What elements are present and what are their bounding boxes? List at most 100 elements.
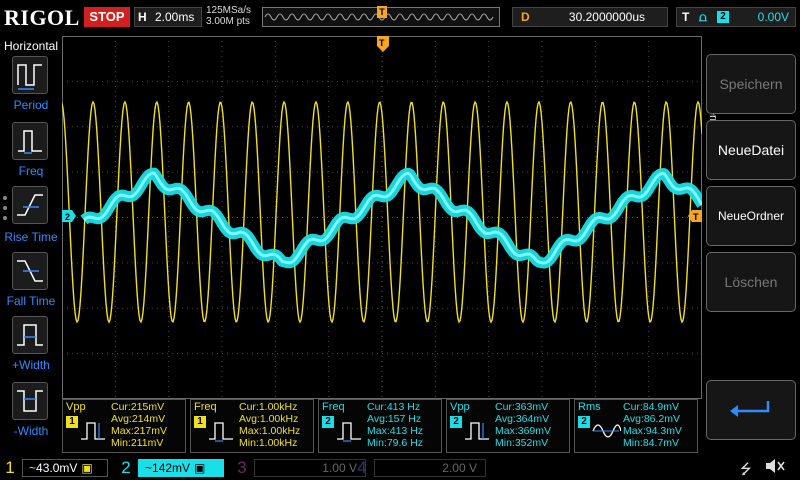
channel-number: 2 xyxy=(121,458,131,477)
softkey-loeschen[interactable]: Löschen xyxy=(706,252,796,312)
period-icon xyxy=(17,64,42,90)
timebase-value: 2.00ms xyxy=(155,10,195,24)
channel-badge: 2 xyxy=(322,416,334,428)
measurement-vpp-ch1[interactable]: Vpp 1 Cur:215mV Avg:214mV Max:217mV Min:… xyxy=(62,399,186,453)
measurement-values: Cur:84.9mV Avg:86.2mV Max:94.3mV Min:84.… xyxy=(623,401,682,449)
channel-scale: ~43.0mV ▣ xyxy=(22,459,108,477)
channel-scale: ~142mV ▣ xyxy=(138,459,224,477)
timebase-label: H xyxy=(138,10,147,24)
channel-badge: 2 xyxy=(450,416,462,428)
bandwidth-limit-icon: ▣ xyxy=(194,461,206,475)
trigger-box[interactable]: T ⩍ 2 0.00V xyxy=(676,7,796,27)
rising-edge-icon: ⩍ xyxy=(699,10,707,24)
value-avg: Avg:214mV xyxy=(111,413,166,425)
value-cur: Cur:215mV xyxy=(111,401,165,413)
channel-scale: 2.00 V xyxy=(374,459,486,477)
measurement-freq-ch1[interactable]: Freq 1 Cur:1.00kHz Avg:1.00kHz Max:1.00k… xyxy=(190,399,314,453)
value-min: Min:1.00kHz xyxy=(239,437,298,449)
fall-time-icon xyxy=(17,260,43,282)
measurement-name: Rms xyxy=(578,401,601,413)
frequency-icon xyxy=(337,422,361,442)
freq-button[interactable] xyxy=(12,122,48,160)
fall-time-button[interactable] xyxy=(12,252,48,290)
trigger-position-arrow-label: T xyxy=(379,38,385,48)
softkey-neue-datei[interactable]: NeueDatei xyxy=(706,120,796,180)
delay-value: 30.2000000us xyxy=(568,10,645,24)
measurement-name: Freq xyxy=(194,401,217,413)
softkey-speichern[interactable]: Speichern xyxy=(706,54,796,114)
channel-badge: 1 xyxy=(194,416,206,428)
softkey-neue-ordner[interactable]: NeueOrdner xyxy=(706,186,796,246)
measurement-freq-ch2[interactable]: Freq 2 Cur:413 Hz Avg:157 Hz Max:413 Hz … xyxy=(318,399,442,453)
value-cur: Cur:1.00kHz xyxy=(239,401,298,413)
value-cur: Cur:363mV xyxy=(495,401,549,413)
trigger-label: T xyxy=(682,10,690,24)
scale-value: 142mV xyxy=(152,461,191,475)
measurement-name: Vpp xyxy=(450,401,470,413)
scroll-dots xyxy=(3,196,8,226)
positive-width-icon xyxy=(17,324,43,346)
measurement-name: Freq xyxy=(322,401,345,413)
sample-rate: 125MSa/s xyxy=(206,5,252,16)
coupling-symbol: ~ xyxy=(29,461,37,475)
trigger-level: 0.00V xyxy=(757,10,789,24)
memory-overview-strip[interactable]: T xyxy=(262,6,500,27)
channel-badge: 1 xyxy=(66,416,78,428)
measurement-vpp-ch2[interactable]: Vpp 2 Cur:363mV Avg:364mV Max:369mV Min:… xyxy=(446,399,570,453)
channel-status-bar: 1 ~43.0mV ▣ 2 ~142mV ▣ 3 1.00 V 4 2.00 V ⭍ xyxy=(0,454,800,480)
frequency-icon xyxy=(209,422,233,442)
bandwidth-limit-icon: ▣ xyxy=(81,461,93,475)
measurement-name: Vpp xyxy=(66,401,86,413)
channel-number: 1 xyxy=(5,458,15,477)
value-cur: Cur:84.9mV xyxy=(623,401,680,413)
value-max: Max:413 Hz xyxy=(367,425,424,437)
trigger-source-badge: 2 xyxy=(717,11,729,23)
vpp-icon xyxy=(81,422,105,440)
positive-width-button[interactable] xyxy=(12,316,48,354)
delay-label: D xyxy=(521,10,530,24)
coupling-symbol: ~ xyxy=(145,461,153,475)
value-avg: Avg:157 Hz xyxy=(367,413,422,425)
fall-time-label: Fall Time xyxy=(6,294,56,308)
value-min: Min:211mV xyxy=(111,437,164,449)
panel-title: Horizontal xyxy=(3,39,59,53)
value-max: Max:1.00kHz xyxy=(239,425,301,437)
trigger-level-marker-label: T xyxy=(693,212,699,222)
horizontal-measure-panel: Horizontal Period Freq Rise Time Fall Ti… xyxy=(0,36,62,454)
positive-width-label: +Width xyxy=(12,358,50,372)
value-max: Max:94.3mV xyxy=(623,425,682,437)
measurement-values: Cur:363mV Avg:364mV Max:369mV Min:352mV xyxy=(495,401,551,449)
value-avg: Avg:364mV xyxy=(495,413,550,425)
waveform-display: 2 T T xyxy=(61,36,707,399)
waveform-graticule[interactable]: 2 T T xyxy=(61,36,707,399)
vpp-icon xyxy=(465,422,489,440)
scale-value: 43.0mV xyxy=(36,461,78,475)
value-min: Min:352mV xyxy=(495,437,549,449)
ch2-offset-marker-label: 2 xyxy=(65,212,70,222)
run-stop-status[interactable]: STOP xyxy=(84,7,130,27)
period-label: Period xyxy=(13,98,49,112)
timebase-box[interactable]: H 2.00ms xyxy=(134,7,202,27)
measurement-values: Cur:1.00kHz Avg:1.00kHz Max:1.00kHz Min:… xyxy=(239,401,300,449)
mute-icon[interactable] xyxy=(764,458,786,480)
negative-width-label: -Width xyxy=(13,424,49,438)
freq-label: Freq xyxy=(18,164,44,178)
measurement-values: Cur:413 Hz Avg:157 Hz Max:413 Hz Min:79.… xyxy=(367,401,423,449)
delay-box[interactable]: D 30.2000000us xyxy=(512,7,668,27)
rigol-logo: RIGOL xyxy=(4,5,80,30)
measurement-values: Cur:215mV Avg:214mV Max:217mV Min:211mV xyxy=(111,401,167,449)
value-min: Min:79.6 Hz xyxy=(367,437,424,449)
rise-time-button[interactable] xyxy=(12,186,48,224)
period-button[interactable] xyxy=(12,56,48,94)
value-avg: Avg:1.00kHz xyxy=(239,413,299,425)
acquisition-info: 125MSa/s 3.00M pts xyxy=(206,5,251,27)
channel-number: 3 xyxy=(237,458,247,477)
negative-width-icon xyxy=(17,390,43,412)
value-min: Min:84.7mV xyxy=(623,437,680,449)
softkey-return[interactable] xyxy=(706,380,796,440)
channel-number: 4 xyxy=(357,458,367,477)
negative-width-button[interactable] xyxy=(12,382,48,420)
value-max: Max:369mV xyxy=(495,425,552,437)
measurement-rms-ch2[interactable]: Rms 2 Cur:84.9mV Avg:86.2mV Max:94.3mV M… xyxy=(574,399,698,453)
measurement-results-row: Vpp 1 Cur:215mV Avg:214mV Max:217mV Min:… xyxy=(62,399,702,454)
